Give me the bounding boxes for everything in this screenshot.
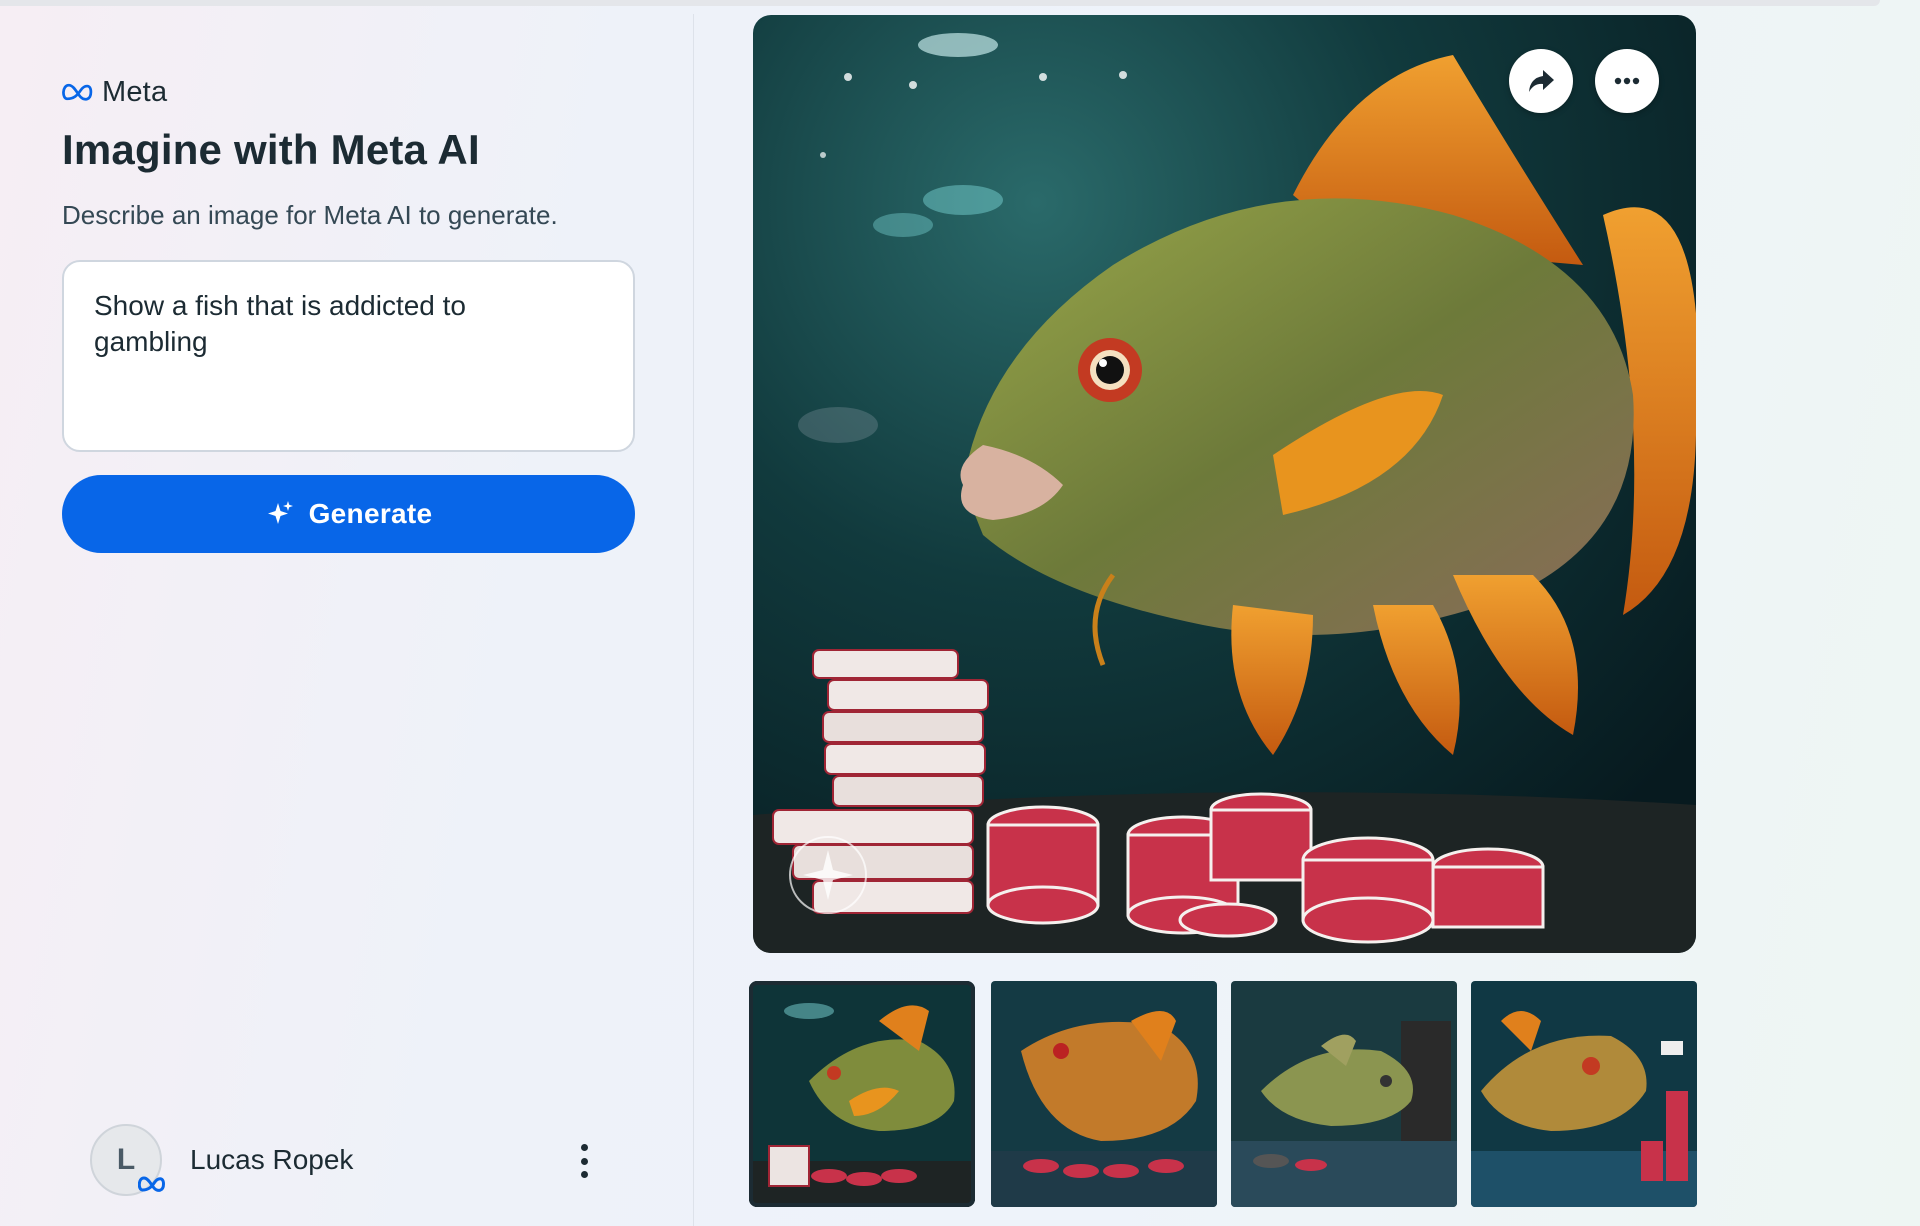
- thumbnail-3[interactable]: [1231, 981, 1457, 1207]
- prompt-text[interactable]: Show a fish that is addicted to gambling: [94, 288, 534, 360]
- share-arrow-icon: [1529, 70, 1554, 92]
- thumbnail-4[interactable]: [1471, 981, 1697, 1207]
- user-name: Lucas Ropek: [190, 1144, 354, 1175]
- generate-label: Generate: [308, 498, 433, 529]
- brand-name: Meta: [102, 75, 168, 108]
- avatar[interactable]: L: [90, 1124, 166, 1196]
- thumbnail-2-image: [991, 981, 1217, 1207]
- sparkle-icon: [267, 501, 293, 524]
- browser-top-strip: [0, 0, 1880, 6]
- vertical-ellipsis-icon[interactable]: [574, 1144, 594, 1178]
- thumbnail-1[interactable]: [749, 981, 975, 1207]
- page-title: Imagine with Meta AI: [62, 126, 480, 173]
- thumbnail-1-image: [749, 981, 975, 1207]
- thumbnail-strip: [749, 981, 1700, 1210]
- share-button[interactable]: [1509, 49, 1573, 113]
- brand[interactable]: Meta: [62, 75, 168, 108]
- generate-button[interactable]: Generate: [62, 475, 635, 553]
- more-horizontal-icon: [1614, 77, 1640, 85]
- meta-infinity-icon: [62, 83, 93, 101]
- generated-image[interactable]: [753, 15, 1696, 953]
- meta-badge-icon: [138, 1176, 166, 1192]
- avatar-initial: L: [116, 1143, 136, 1176]
- thumbnail-2[interactable]: [991, 981, 1217, 1207]
- user-row: L Lucas Ropek: [90, 1124, 610, 1196]
- page-subtitle: Describe an image for Meta AI to generat…: [62, 200, 558, 230]
- fish-gambling-image: [753, 15, 1696, 953]
- left-panel: Meta Imagine with Meta AI Describe an im…: [0, 14, 694, 1226]
- more-options-button[interactable]: [1595, 49, 1659, 113]
- prompt-input[interactable]: Show a fish that is addicted to gambling: [62, 260, 635, 452]
- thumbnail-4-image: [1471, 981, 1697, 1207]
- thumbnail-3-image: [1231, 981, 1457, 1207]
